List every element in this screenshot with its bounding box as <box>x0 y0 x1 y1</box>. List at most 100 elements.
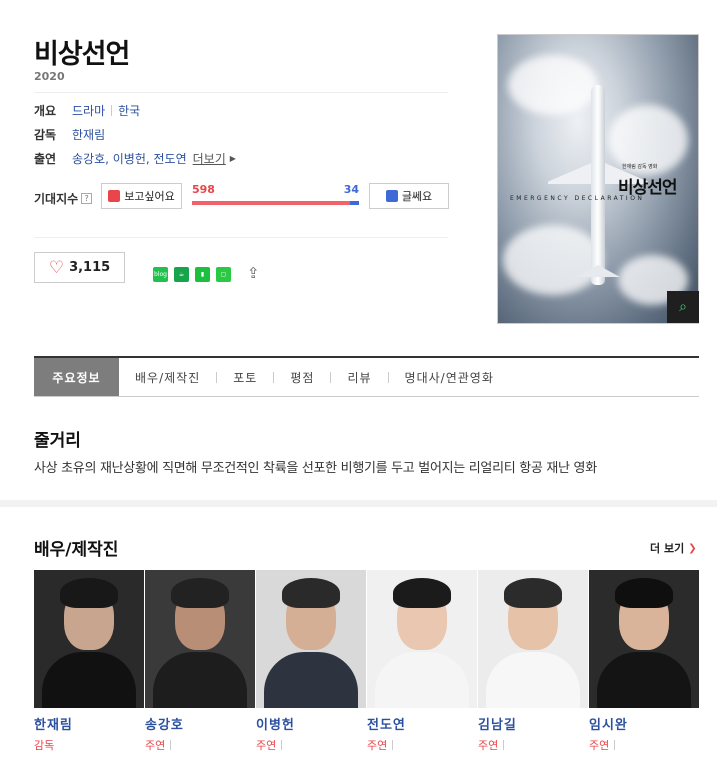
torso <box>486 652 580 708</box>
role-text: 감독 <box>34 739 55 752</box>
person-role: 주연 <box>367 737 477 753</box>
chevron-right-icon: ❯ <box>688 542 697 554</box>
role-separator <box>170 740 172 750</box>
cast-row: 출연 송강호, 이병헌, 전도연 더보기 ▶ <box>34 150 236 166</box>
movie-title: 비상선언 <box>34 39 130 70</box>
cast-more-link[interactable]: 더 보기 ❯ <box>650 540 697 556</box>
torso <box>375 652 469 708</box>
tab-rating[interactable]: 평점 <box>274 358 330 396</box>
torso <box>153 652 247 708</box>
person-name[interactable]: 임시완 <box>589 714 699 733</box>
divider <box>34 237 448 238</box>
cafe-share-icon[interactable]: ☕ <box>174 267 189 282</box>
hair <box>282 578 340 608</box>
person-card[interactable]: 김남길 주연 <box>478 570 588 753</box>
thumbs-up-icon <box>108 190 121 202</box>
person-role: 주연 <box>256 737 366 753</box>
chevron-right-icon: ▶ <box>229 153 236 163</box>
cloud <box>508 55 598 115</box>
role-text: 주연 <box>589 739 610 752</box>
expectation-bar: 598 34 <box>192 183 359 209</box>
movie-year: 2020 <box>34 70 65 83</box>
person-name[interactable]: 김남길 <box>478 714 588 733</box>
person-photo[interactable] <box>589 570 699 708</box>
zoom-icon[interactable]: ⌕ <box>667 291 699 323</box>
person-card[interactable]: 전도연 주연 <box>367 570 477 753</box>
cast-heading: 배우/제작진 <box>34 540 119 560</box>
overview-label: 개요 <box>34 103 57 118</box>
heart-icon: ♡ <box>48 257 65 278</box>
role-separator <box>614 740 616 750</box>
section-divider <box>0 500 717 507</box>
person-photo[interactable] <box>367 570 477 708</box>
band-share-icon[interactable]: ▮ <box>195 267 210 282</box>
cast-links[interactable]: 송강호, 이병헌, 전도연 <box>72 150 187 167</box>
person-card[interactable]: 한재림 감독 <box>34 570 144 753</box>
director-row: 감독 한재림 <box>34 126 105 142</box>
tab-review[interactable]: 리뷰 <box>331 358 387 396</box>
torso <box>42 652 136 708</box>
synopsis-heading: 줄거리 <box>34 431 81 451</box>
person-role: 주연 <box>478 737 588 753</box>
cast-more-link[interactable]: 더보기 <box>193 150 226 167</box>
hair <box>171 578 229 608</box>
expectation-text: 기대지수 <box>34 192 79 206</box>
hair <box>60 578 118 608</box>
like-count: 3,115 <box>69 260 111 275</box>
poster-english-title: EMERGENCY DECLARATION <box>510 195 645 202</box>
overview-row: 개요 드라마 한국 <box>34 102 140 118</box>
role-separator <box>503 740 505 750</box>
cloud <box>503 225 603 295</box>
not-sure-label: 글쎄요 <box>401 190 433 203</box>
role-separator <box>281 740 283 750</box>
person-card[interactable]: 이병헌 주연 <box>256 570 366 753</box>
director-link[interactable]: 한재림 <box>72 126 105 143</box>
want-to-see-button[interactable]: 보고싶어요 <box>101 183 182 209</box>
divider <box>34 92 448 93</box>
blog-share-icon[interactable]: blog <box>153 267 168 282</box>
cast-label: 출연 <box>34 151 57 166</box>
person-name[interactable]: 송강호 <box>145 714 255 733</box>
separator <box>111 104 113 116</box>
tab-bar: 주요정보 배우/제작진 포토 평점 리뷰 명대사/연관영화 <box>34 356 699 397</box>
genre-link[interactable]: 드라마 <box>72 102 105 119</box>
line-share-icon[interactable]: ▢ <box>216 267 231 282</box>
person-role: 감독 <box>34 737 144 753</box>
country-link[interactable]: 한국 <box>118 102 140 119</box>
plane-body <box>591 85 605 285</box>
tab-cast-crew[interactable]: 배우/제작진 <box>119 358 216 396</box>
help-icon[interactable]: ? <box>81 193 93 204</box>
role-separator <box>392 740 394 750</box>
person-role: 주연 <box>589 737 699 753</box>
person-name[interactable]: 전도연 <box>367 714 477 733</box>
share-icons: blog ☕ ▮ ▢ <box>153 267 231 282</box>
person-photo[interactable] <box>478 570 588 708</box>
role-text: 주연 <box>367 739 388 752</box>
hair <box>393 578 451 608</box>
person-name[interactable]: 한재림 <box>34 714 144 733</box>
want-count: 598 <box>192 183 215 196</box>
poster-subtitle: 한재림 감독 영화 <box>622 164 658 170</box>
movie-poster[interactable]: 한재림 감독 영화 비상선언 EMERGENCY DECLARATION <box>497 34 699 324</box>
person-photo[interactable] <box>256 570 366 708</box>
like-button[interactable]: ♡ 3,115 <box>34 252 125 283</box>
director-label: 감독 <box>34 127 57 142</box>
person-role: 주연 <box>145 737 255 753</box>
person-name[interactable]: 이병헌 <box>256 714 366 733</box>
share-arrow-icon[interactable]: ⇪ <box>247 264 260 282</box>
cast-more-label: 더 보기 <box>650 542 685 555</box>
person-photo[interactable] <box>34 570 144 708</box>
hair <box>615 578 673 608</box>
person-photo[interactable] <box>145 570 255 708</box>
person-card[interactable]: 임시완 주연 <box>589 570 699 753</box>
torso <box>597 652 691 708</box>
thumbs-down-icon <box>385 190 398 202</box>
bar-fill <box>192 201 350 205</box>
tab-main-info[interactable]: 주요정보 <box>34 358 119 396</box>
tab-photo[interactable]: 포토 <box>217 358 273 396</box>
role-text: 주연 <box>478 739 499 752</box>
person-card[interactable]: 송강호 주연 <box>145 570 255 753</box>
not-sure-button[interactable]: 글쎄요 <box>369 183 449 209</box>
torso <box>264 652 358 708</box>
tab-quotes-related[interactable]: 명대사/연관영화 <box>389 358 510 396</box>
